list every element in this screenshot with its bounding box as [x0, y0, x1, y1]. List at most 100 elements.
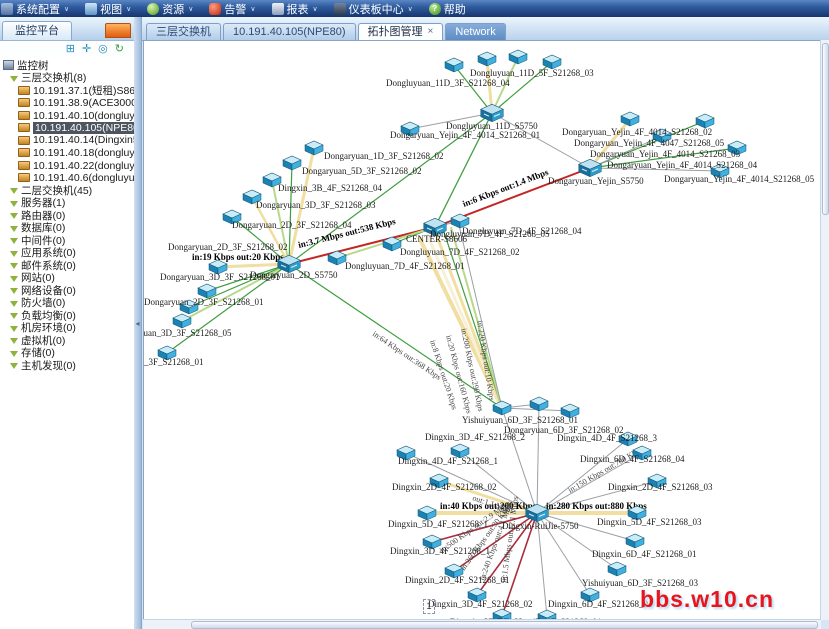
- tree-item-label: 数据库(0): [21, 222, 65, 235]
- search-icon[interactable]: ◎: [98, 44, 108, 55]
- switch-device-icon: [18, 86, 30, 95]
- tab-label: 三层交换机: [156, 24, 211, 40]
- menu-item-config[interactable]: 系统配置∨: [1, 1, 69, 17]
- sidebar-tab-monitor-platform[interactable]: 监控平台: [2, 21, 72, 40]
- tree-category-item[interactable]: 虚拟机(0): [3, 334, 134, 347]
- switch-node-label: Dongaryuan_Yejin_4F_4014_S21268_02: [562, 127, 712, 137]
- topology-svg[interactable]: in:3.7 Mbps out:538 Kbpsin:6 Kbps out:1.…: [144, 41, 821, 620]
- tree-item-label: 10.191.40.22(dongluyuan_7D_汇聚: [33, 159, 134, 172]
- tree-device-item[interactable]: 10.191.40.105(NPE80): [3, 122, 134, 135]
- switch-node-label: Dongaryuan_2D_3F_S21268_02: [168, 242, 288, 252]
- top-menubar: 系统配置∨视图∨资源∨告警∨报表∨仪表板中心∨?帮助: [0, 0, 829, 17]
- tree-device-item[interactable]: 10.191.38.9(ACE3000): [3, 97, 134, 110]
- refresh-icon[interactable]: ↻: [115, 44, 124, 55]
- tree-category-item[interactable]: 服务器(1): [3, 197, 134, 210]
- switch-node[interactable]: [509, 50, 527, 64]
- locate-icon[interactable]: ✛: [82, 44, 91, 55]
- tree-root-icon: [3, 60, 14, 70]
- tree-category-item[interactable]: 路由器(0): [3, 209, 134, 222]
- menu-item-label: 资源: [162, 1, 184, 17]
- tree-device-item[interactable]: 10.191.40.14(Dingxin5750): [3, 134, 134, 147]
- menu-item-dashboard[interactable]: 仪表板中心∨: [334, 1, 413, 17]
- switch-node-label: Dongaryuan_Yejin_4F_4014_S21268_03: [590, 149, 741, 159]
- expand-tree-icon[interactable]: ⊞: [66, 44, 75, 55]
- switch-node[interactable]: [626, 534, 644, 548]
- tree-category-item[interactable]: 网络设备(0): [3, 284, 134, 297]
- tree-item-label: 监控树: [17, 59, 49, 72]
- tree-category-item[interactable]: 数据库(0): [3, 222, 134, 235]
- alarm-icon: [209, 3, 221, 15]
- tree-device-item[interactable]: 10.191.37.1(短租)S8606: [3, 84, 134, 97]
- tree-root[interactable]: 监控树: [3, 59, 134, 72]
- category-arrow-icon: [10, 276, 18, 282]
- main-tabbar: 三层交换机 10.191.40.105(NPE80)拓扑图管理× Network: [142, 17, 829, 41]
- menu-item-help[interactable]: ?帮助: [429, 1, 466, 17]
- switch-node[interactable]: [478, 52, 496, 66]
- menu-item-label: 视图: [100, 1, 122, 17]
- switch-node-label: Dingxin-RuiJie-5750: [502, 521, 579, 531]
- tab-network[interactable]: Network: [445, 23, 505, 40]
- tree-item-label: 防火墙(0): [21, 297, 65, 310]
- switch-node-label: Dongaryuan_Yejin_4F_4014_S21268_01: [390, 130, 540, 140]
- switch-node-label: Dongluyuan_11D_3F_S21268_04: [386, 78, 510, 88]
- switch-node[interactable]: [445, 58, 463, 72]
- switch-node-label: Dingxin_6D_4F_S21268_04: [580, 454, 685, 464]
- switch-node[interactable]: [621, 112, 639, 126]
- tree-category-item[interactable]: 负载均衡(0): [3, 309, 134, 322]
- tree-category-item[interactable]: 邮件系统(0): [3, 259, 134, 272]
- tree-category-item[interactable]: 网站(0): [3, 272, 134, 285]
- tree-category-item[interactable]: 防火墙(0): [3, 297, 134, 310]
- close-icon[interactable]: ×: [428, 27, 434, 37]
- hub-switch-node[interactable]: [579, 159, 602, 177]
- tree-category-item[interactable]: 主机发现(0): [3, 359, 134, 372]
- tree-item-label: 10.191.40.10(dongluyuanyejin_汇聚: [33, 109, 134, 122]
- tree-device-item[interactable]: 10.191.40.10(dongluyuanyejin_汇聚: [3, 109, 134, 122]
- tree-category-item[interactable]: 机房环境(0): [3, 322, 134, 335]
- menu-item-view[interactable]: 视图∨: [85, 1, 131, 17]
- switch-node[interactable]: [305, 141, 323, 155]
- tree-category-item[interactable]: 二层交换机(45): [3, 184, 134, 197]
- tree-device-item[interactable]: 10.191.40.6(dongluyuan_2D_汇聚): [3, 172, 134, 185]
- menu-item-alarm[interactable]: 告警 ∨: [209, 1, 255, 17]
- tab--[interactable]: 三层交换机: [146, 23, 221, 40]
- menu-item-label: 告警: [224, 1, 246, 17]
- switch-node-label: Dongaryuan_2D_3F_S21268_01: [144, 297, 264, 307]
- tree-item-label: 10.191.40.18(dongluyuan_11D_汇聚: [33, 147, 134, 160]
- menu-item-report[interactable]: 报表∨: [272, 1, 318, 17]
- tree-category-item[interactable]: 三层交换机(8): [3, 72, 134, 85]
- tree-item-label: 中间件(0): [21, 234, 65, 247]
- tree-device-item[interactable]: 10.191.40.18(dongluyuan_11D_汇聚: [3, 147, 134, 160]
- sidebar-splitter[interactable]: ◂: [134, 17, 142, 629]
- chevron-down-icon: ∨: [188, 5, 193, 13]
- tab-10-191-40-105-npe80-[interactable]: 10.191.40.105(NPE80): [223, 23, 356, 40]
- chevron-down-icon: ∨: [250, 5, 255, 13]
- sidebar-tab-orange-stub[interactable]: [105, 23, 131, 38]
- tab-label: Network: [455, 24, 495, 40]
- switch-node[interactable]: [418, 506, 436, 520]
- switch-node[interactable]: [173, 314, 191, 328]
- category-arrow-icon: [10, 313, 18, 319]
- tree-category-item[interactable]: 应用系统(0): [3, 247, 134, 260]
- horizontal-scrollbar-thumb[interactable]: [191, 621, 818, 629]
- switch-node[interactable]: [696, 114, 714, 128]
- menu-item-resource[interactable]: 资源 ∨: [147, 1, 193, 17]
- tree-category-item[interactable]: 中间件(0): [3, 234, 134, 247]
- link-bandwidth-label: in:19 Kbps out:20 Kbps: [192, 252, 284, 262]
- switch-node-label: Dongluyuan_11D_5F_S21268_03: [470, 68, 594, 78]
- tree-device-item[interactable]: 10.191.40.22(dongluyuan_7D_汇聚: [3, 159, 134, 172]
- switch-node-label: Dingxin_2D_4F_S21268_03: [608, 482, 713, 492]
- switch-node[interactable]: [283, 156, 301, 170]
- sidebar-header: 监控平台: [0, 17, 134, 41]
- switch-node-label: Dongaryuan_1D_3F_S21268_01: [144, 357, 204, 367]
- switch-node-label: Dongaryuan_3D_3F_S21268_03: [256, 200, 376, 210]
- tree-item-label: 10.191.37.1(短租)S8606: [33, 84, 134, 97]
- tree-item-label: 邮件系统(0): [21, 259, 76, 272]
- tree-category-item[interactable]: 存储(0): [3, 347, 134, 360]
- horizontal-scrollbar[interactable]: [143, 619, 821, 629]
- vertical-scrollbar[interactable]: [820, 40, 829, 620]
- switch-node-label: Dongaryuan_1D_3F_S21268_02: [324, 151, 444, 161]
- tab--[interactable]: 拓扑图管理×: [358, 23, 444, 40]
- topology-canvas[interactable]: in:3.7 Mbps out:538 Kbpsin:6 Kbps out:1.…: [143, 40, 821, 620]
- chevron-down-icon: ∨: [64, 5, 69, 13]
- vertical-scrollbar-thumb[interactable]: [822, 43, 829, 215]
